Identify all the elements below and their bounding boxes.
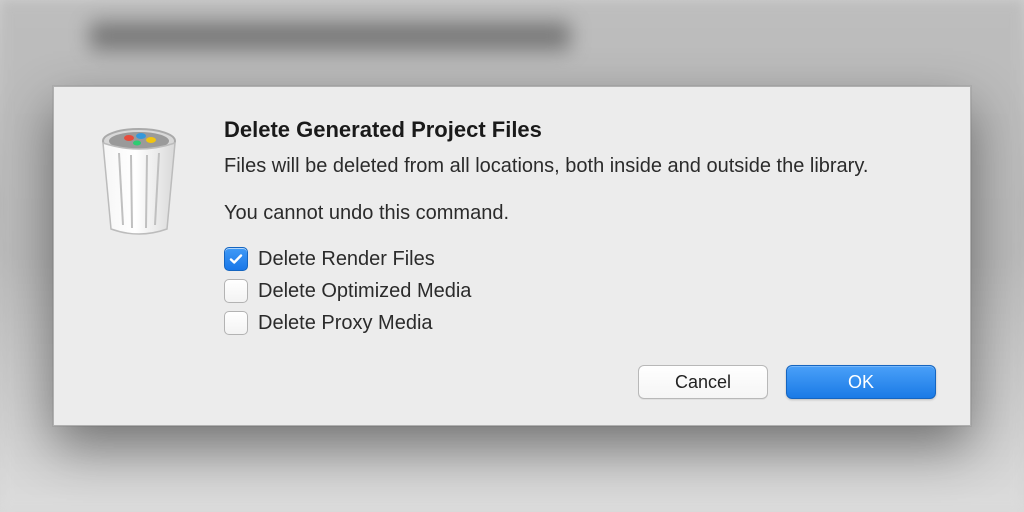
- delete-files-dialog: Delete Generated Project Files Files wil…: [53, 86, 971, 426]
- option-delete-render-files[interactable]: Delete Render Files: [224, 247, 936, 271]
- dialog-content: Delete Generated Project Files Files wil…: [224, 117, 936, 399]
- background-blur-title: [90, 22, 570, 50]
- dialog-warning: You cannot undo this command.: [224, 202, 936, 225]
- checkbox-delete-render-files[interactable]: [224, 247, 248, 271]
- trash-icon: [89, 121, 189, 399]
- option-delete-optimized-media[interactable]: Delete Optimized Media: [224, 279, 936, 303]
- dialog-title: Delete Generated Project Files: [224, 117, 936, 143]
- option-label: Delete Optimized Media: [258, 280, 471, 303]
- option-delete-proxy-media[interactable]: Delete Proxy Media: [224, 311, 936, 335]
- cancel-button[interactable]: Cancel: [638, 365, 768, 399]
- ok-button[interactable]: OK: [786, 365, 936, 399]
- dialog-buttons: Cancel OK: [224, 365, 936, 399]
- option-label: Delete Render Files: [258, 248, 435, 271]
- option-label: Delete Proxy Media: [258, 312, 433, 335]
- checkbox-delete-optimized-media[interactable]: [224, 279, 248, 303]
- dialog-description: Files will be deleted from all locations…: [224, 153, 936, 180]
- checkbox-delete-proxy-media[interactable]: [224, 311, 248, 335]
- options-group: Delete Render Files Delete Optimized Med…: [224, 247, 936, 335]
- dialog-icon-column: [84, 117, 194, 399]
